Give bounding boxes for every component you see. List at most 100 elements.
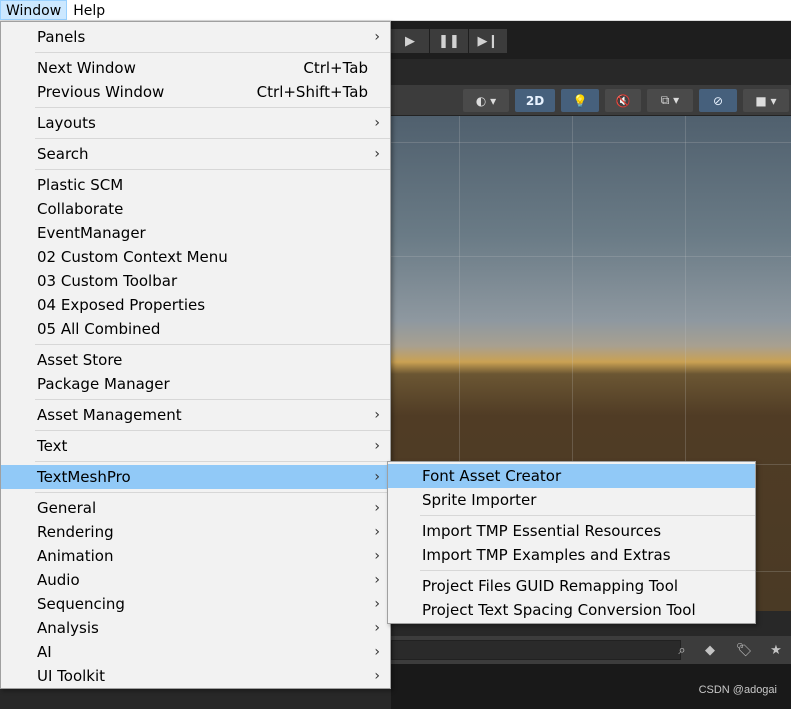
menu-item-rendering[interactable]: Rendering ›	[1, 520, 390, 544]
effects-icon[interactable]: ⧉ ▾	[647, 89, 693, 112]
menu-item-import-tmp-essential-resources[interactable]: Import TMP Essential Resources	[388, 519, 755, 543]
menu-item-label: Asset Management	[37, 406, 182, 424]
menu-item-textmeshpro[interactable]: TextMeshPro ›	[1, 465, 390, 489]
menu-item-label: Rendering	[37, 523, 114, 541]
menu-item-font-asset-creator[interactable]: Font Asset Creator	[388, 464, 755, 488]
favorite-star-icon[interactable]: ★	[763, 639, 789, 661]
menu-item-panels[interactable]: Panels ›	[1, 25, 390, 49]
menu-item-previous-window[interactable]: Previous Window Ctrl+Shift+Tab	[1, 80, 390, 104]
menu-item-shortcut: Ctrl+Tab	[303, 59, 368, 77]
menu-item-label: Text	[37, 437, 68, 455]
menu-item-layouts[interactable]: Layouts ›	[1, 111, 390, 135]
menu-item-05-all-combined[interactable]: 05 All Combined	[1, 317, 390, 341]
camera-icon[interactable]: ■ ▾	[743, 89, 789, 112]
audio-mute-icon[interactable]: 🔇	[605, 89, 641, 112]
menu-item-label: 03 Custom Toolbar	[37, 272, 178, 290]
chevron-right-icon: ›	[374, 29, 380, 45]
menu-item-04-exposed-properties[interactable]: 04 Exposed Properties	[1, 293, 390, 317]
play-icon[interactable]: ▶	[391, 29, 429, 53]
menu-item-asset-store[interactable]: Asset Store	[1, 348, 390, 372]
menu-item-label: TextMeshPro	[37, 468, 131, 486]
menu-item-analysis[interactable]: Analysis ›	[1, 616, 390, 640]
project-search-input[interactable]	[391, 640, 681, 660]
menu-item-label: 02 Custom Context Menu	[37, 248, 228, 266]
chevron-right-icon: ›	[374, 596, 380, 612]
menu-separator	[35, 399, 390, 400]
menubar-help[interactable]: Help	[67, 0, 111, 20]
scene-visibility-icon[interactable]: ⊘	[699, 89, 737, 112]
pause-icon[interactable]: ❚❚	[430, 29, 468, 53]
menu-separator	[420, 570, 755, 571]
menu-item-general[interactable]: General ›	[1, 496, 390, 520]
menu-item-label: Plastic SCM	[37, 176, 124, 194]
chevron-right-icon: ›	[374, 500, 380, 516]
menu-item-label: EventManager	[37, 224, 146, 242]
menu-item-package-manager[interactable]: Package Manager	[1, 372, 390, 396]
menu-separator	[35, 430, 390, 431]
menu-item-label: Animation	[37, 547, 114, 565]
menu-item-animation[interactable]: Animation ›	[1, 544, 390, 568]
menu-separator	[35, 138, 390, 139]
menu-item-search[interactable]: Search ›	[1, 142, 390, 166]
draw-mode-icon[interactable]: ◐ ▾	[463, 89, 509, 112]
search-filter-icon[interactable]: ⌕	[669, 639, 695, 661]
menu-item-02-custom-context-menu[interactable]: 02 Custom Context Menu	[1, 245, 390, 269]
filter-by-type-icon[interactable]: ◆	[697, 639, 723, 661]
menu-item-ai[interactable]: AI ›	[1, 640, 390, 664]
project-toolbar: ⌕ ◆ 🏷 ★	[391, 636, 791, 664]
menu-separator	[35, 492, 390, 493]
chevron-right-icon: ›	[374, 644, 380, 660]
menu-item-label: Collaborate	[37, 200, 124, 218]
menu-item-label: Package Manager	[37, 375, 170, 393]
menu-item-ui-toolkit[interactable]: UI Toolkit ›	[1, 664, 390, 688]
chevron-right-icon: ›	[374, 469, 380, 485]
chevron-right-icon: ›	[374, 115, 380, 131]
menu-item-label: 05 All Combined	[37, 320, 161, 338]
menu-item-03-custom-toolbar[interactable]: 03 Custom Toolbar	[1, 269, 390, 293]
chevron-right-icon: ›	[374, 572, 380, 588]
menu-item-sequencing[interactable]: Sequencing ›	[1, 592, 390, 616]
menu-item-audio[interactable]: Audio ›	[1, 568, 390, 592]
step-icon[interactable]: ▶❙	[469, 29, 507, 53]
lighting-icon[interactable]: 💡	[561, 89, 599, 112]
menu-item-text[interactable]: Text ›	[1, 434, 390, 458]
menu-separator	[35, 169, 390, 170]
grid-line	[391, 142, 791, 143]
menubar-window[interactable]: Window	[0, 0, 68, 20]
label-tag-icon[interactable]: 🏷	[731, 639, 757, 661]
menu-item-eventmanager[interactable]: EventManager	[1, 221, 390, 245]
menu-item-label: Sprite Importer	[422, 491, 537, 509]
menu-item-sprite-importer[interactable]: Sprite Importer	[388, 488, 755, 512]
scene-tab-strip	[391, 59, 791, 85]
mode-2d-button[interactable]: 2D	[515, 89, 555, 112]
menu-item-label: Analysis	[37, 619, 99, 637]
menu-item-project-text-spacing-conversion-tool[interactable]: Project Text Spacing Conversion Tool	[388, 598, 755, 622]
menu-item-label: Asset Store	[37, 351, 123, 369]
menu-separator	[35, 344, 390, 345]
menu-item-project-files-guid-remapping-tool[interactable]: Project Files GUID Remapping Tool	[388, 574, 755, 598]
menu-item-collaborate[interactable]: Collaborate	[1, 197, 390, 221]
menu-separator	[420, 515, 755, 516]
menu-item-label: Project Files GUID Remapping Tool	[422, 577, 679, 595]
watermark: CSDN @adogai	[698, 684, 777, 696]
menu-item-asset-management[interactable]: Asset Management ›	[1, 403, 390, 427]
chevron-right-icon: ›	[374, 620, 380, 636]
menu-separator	[35, 107, 390, 108]
chevron-right-icon: ›	[374, 146, 380, 162]
menu-item-label: Font Asset Creator	[422, 467, 562, 485]
menu-item-label: Panels	[37, 28, 86, 46]
menu-bar: Window Help	[0, 0, 791, 21]
menu-separator	[35, 52, 390, 53]
menu-item-label: Search	[37, 145, 89, 163]
menu-item-label: 04 Exposed Properties	[37, 296, 206, 314]
menu-item-import-tmp-examples-and-extras[interactable]: Import TMP Examples and Extras	[388, 543, 755, 567]
menu-item-label: Previous Window	[37, 83, 165, 101]
menu-item-label: AI	[37, 643, 52, 661]
menu-item-plastic-scm[interactable]: Plastic SCM	[1, 173, 390, 197]
chevron-right-icon: ›	[374, 407, 380, 423]
menu-item-label: Sequencing	[37, 595, 125, 613]
main-toolbar: ▶ ❚❚ ▶❙	[391, 21, 791, 59]
grid-line	[391, 256, 791, 257]
menu-item-next-window[interactable]: Next Window Ctrl+Tab	[1, 56, 390, 80]
menu-item-shortcut: Ctrl+Shift+Tab	[256, 83, 368, 101]
